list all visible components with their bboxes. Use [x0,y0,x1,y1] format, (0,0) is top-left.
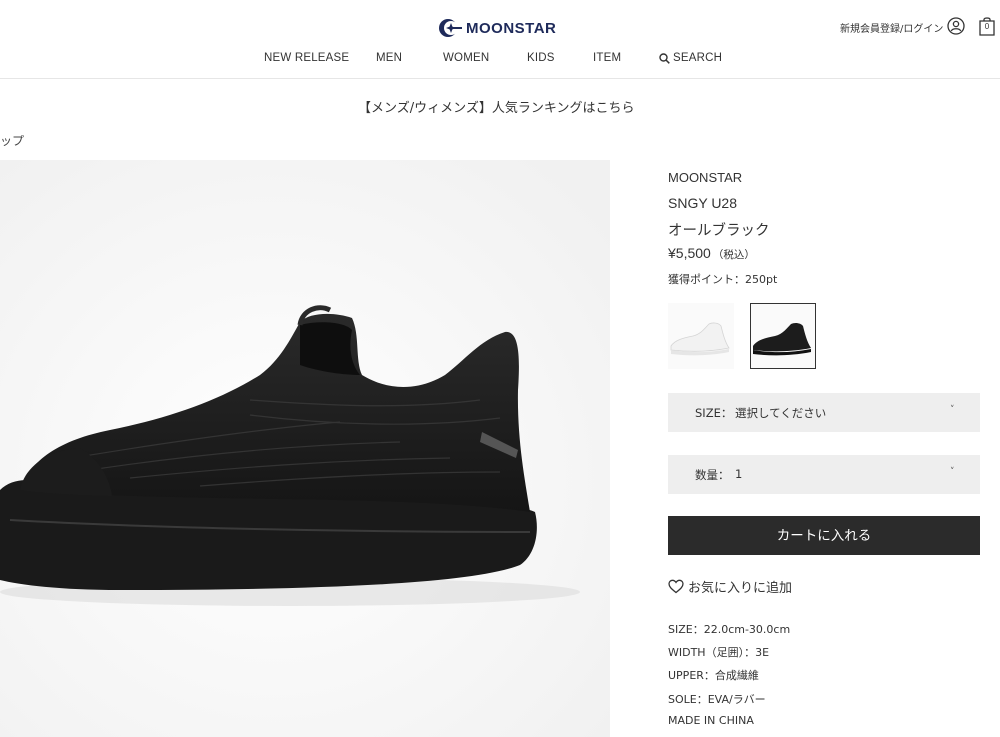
site-header: MOONSTAR 新規会員登録/ログイン 0 NEW RELEASE MEN W… [0,0,1000,79]
product-model: SNGY U28 [668,195,737,211]
favorite-label: お気に入りに追加 [688,581,793,596]
spec-item: SIZE：22.0cm-30.0cm [668,623,791,636]
chevron-down-icon: ˅ [950,405,955,415]
product-price: ¥5,500 （税込） [668,245,755,262]
main-nav: NEW RELEASE MEN WOMEN KIDS ITEM SEARCH [0,52,1000,70]
price-tax-note: （税込） [712,249,755,261]
chevron-down-icon: ˅ [950,467,955,477]
cart-icon[interactable]: 0 [978,16,996,40]
ranking-banner-link[interactable]: 【メンズ/ウィメンズ】人気ランキングはこちら [358,97,634,116]
reward-points: 獲得ポイント：250pt [668,273,778,286]
spec-item: UPPER：合成繊維 [668,669,759,683]
black-sneaker-thumbnail [751,304,815,368]
spec-item: WIDTH（足囲）：3E [668,646,770,660]
signup-login-link[interactable]: 新規会員登録/ログイン [840,20,943,35]
nav-kids[interactable]: KIDS [527,52,555,64]
nav-new-release[interactable]: NEW RELEASE [264,52,349,64]
add-to-favorites-link[interactable]: お気に入りに追加 [668,577,792,596]
color-swatch-black[interactable] [750,303,816,369]
heart-icon [668,579,684,594]
add-to-cart-button[interactable]: カートに入れる [668,516,980,555]
nav-item[interactable]: ITEM [593,52,621,64]
nav-men[interactable]: MEN [376,52,402,64]
quantity-select-label: 数量： [695,468,730,482]
cart-count-badge: 0 [984,22,990,31]
moonstar-logo-icon [439,19,462,37]
quantity-select[interactable]: 数量： 1 ˅ [668,455,980,494]
size-select[interactable]: SIZE： 選択してください ˅ [668,393,980,432]
color-swatch-white[interactable] [668,303,734,369]
nav-search[interactable]: SEARCH [659,52,722,64]
moonstar-logo[interactable]: MOONSTAR [438,16,556,40]
price-value: ¥5,500 [668,245,711,261]
spec-item: MADE IN CHINA [668,713,754,727]
product-specs: SIZE：22.0cm-30.0cm WIDTH（足囲）：3E UPPER：合成… [668,621,790,737]
product-brand: MOONSTAR [668,170,743,185]
product-color-name: オールブラック [668,223,770,239]
user-account-icon[interactable] [947,17,965,39]
sneaker-image [0,160,610,737]
nav-search-label: SEARCH [673,52,723,64]
search-icon [659,52,670,64]
spec-item: SOLE：EVA/ラバー [668,692,766,706]
quantity-select-value: 1 [735,467,743,481]
size-select-label: SIZE： [695,406,733,420]
nav-women[interactable]: WOMEN [443,52,489,64]
breadcrumb[interactable]: ップ [0,132,24,149]
size-select-value: 選択してください [735,406,827,420]
logo-text: MOONSTAR [466,19,557,37]
white-sneaker-thumbnail [669,304,733,368]
product-main-image[interactable] [0,160,610,737]
